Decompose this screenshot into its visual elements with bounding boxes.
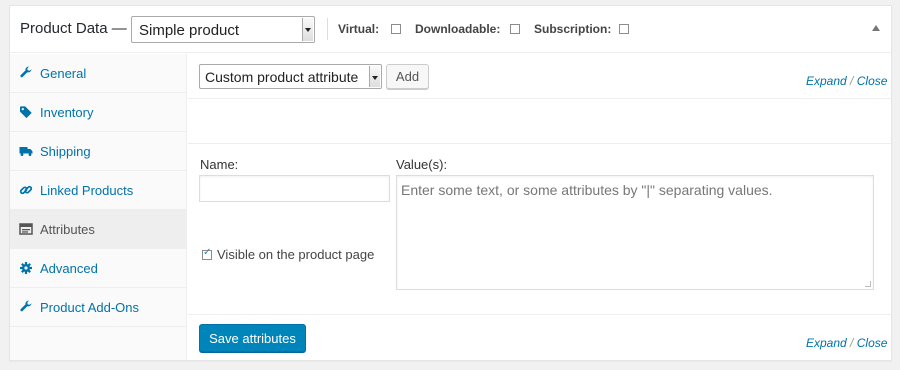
attributes-footer: Save attributes Expand / Close (188, 316, 891, 360)
link-separator: / (850, 336, 854, 350)
virtual-checkbox[interactable] (391, 24, 401, 34)
wrench-icon (20, 300, 32, 312)
expand-link[interactable]: Expand (806, 336, 847, 350)
product-data-panel: Product Data — Simple product Virtual: D… (9, 5, 892, 361)
product-type-value: Simple product (139, 22, 240, 39)
chevron-down-icon[interactable] (302, 18, 313, 41)
attribute-name-input[interactable] (199, 175, 390, 202)
expand-close-links: Expand / Close (806, 336, 887, 350)
visible-on-product-page-checkbox[interactable] (202, 247, 212, 260)
expand-link[interactable]: Expand (806, 74, 847, 88)
tab-label: General (40, 66, 87, 81)
product-type-select[interactable]: Simple product (131, 16, 315, 43)
truck-icon (19, 147, 33, 156)
tab-linked-products[interactable]: Linked Products (10, 171, 186, 210)
save-attributes-button[interactable]: Save attributes (199, 324, 306, 352)
tab-label: Shipping (40, 144, 91, 159)
subscription-checkbox[interactable] (619, 24, 629, 34)
tab-label: Attributes (40, 222, 95, 237)
tab-label: Inventory (40, 105, 94, 120)
panel-title: Product Data — (20, 20, 127, 37)
tab-attributes[interactable]: Attributes (10, 210, 186, 249)
attributes-toolbar: Custom product attribute Add Expand / Cl… (188, 54, 891, 99)
chevron-down-icon[interactable] (369, 66, 380, 87)
add-attribute-button[interactable]: Add (386, 64, 429, 89)
expand-close-links: Expand / Close (806, 74, 887, 88)
link-separator: / (850, 74, 854, 88)
collapse-icon[interactable] (872, 25, 880, 31)
tab-product-add-ons[interactable]: Product Add-Ons (10, 288, 186, 327)
downloadable-label: Downloadable: (415, 22, 501, 36)
attribute-select-value: Custom product attribute (205, 69, 359, 85)
close-link[interactable]: Close (857, 336, 888, 350)
virtual-label: Virtual: (338, 22, 380, 36)
attribute-taxonomy-select[interactable]: Custom product attribute (199, 64, 382, 89)
subscription-label: Subscription: (534, 22, 612, 36)
tab-inventory[interactable]: Inventory (10, 93, 186, 132)
panel-header: Product Data — Simple product Virtual: D… (10, 6, 891, 53)
downloadable-checkbox[interactable] (510, 24, 520, 34)
list-icon (19, 223, 33, 235)
tab-label: Product Add-Ons (40, 300, 139, 315)
resize-grip-icon[interactable] (865, 281, 871, 287)
tab-shipping[interactable]: Shipping (10, 132, 186, 171)
visible-on-product-page-label: Visible on the product page (217, 247, 375, 262)
product-data-tabs: General Inventory Shipping Linked Produc… (10, 54, 187, 360)
tab-advanced[interactable]: Advanced (10, 249, 186, 288)
link-icon (19, 185, 33, 195)
attribute-editor: Name: Value(s): Enter some text, or some… (188, 145, 891, 315)
close-link[interactable]: Close (857, 74, 888, 88)
tab-general[interactable]: General (10, 54, 186, 93)
values-label: Value(s): (396, 157, 448, 172)
attribute-values-textarea[interactable]: Enter some text, or some attributes by "… (396, 175, 874, 290)
name-label: Name: (200, 157, 239, 172)
values-placeholder: Enter some text, or some attributes by "… (401, 182, 773, 198)
gear-icon (20, 262, 32, 274)
attributes-list (188, 100, 891, 144)
tag-icon (20, 106, 32, 119)
tab-label: Advanced (40, 261, 98, 276)
header-divider (327, 18, 328, 40)
wrench-icon (20, 66, 32, 78)
tab-label: Linked Products (40, 183, 134, 198)
